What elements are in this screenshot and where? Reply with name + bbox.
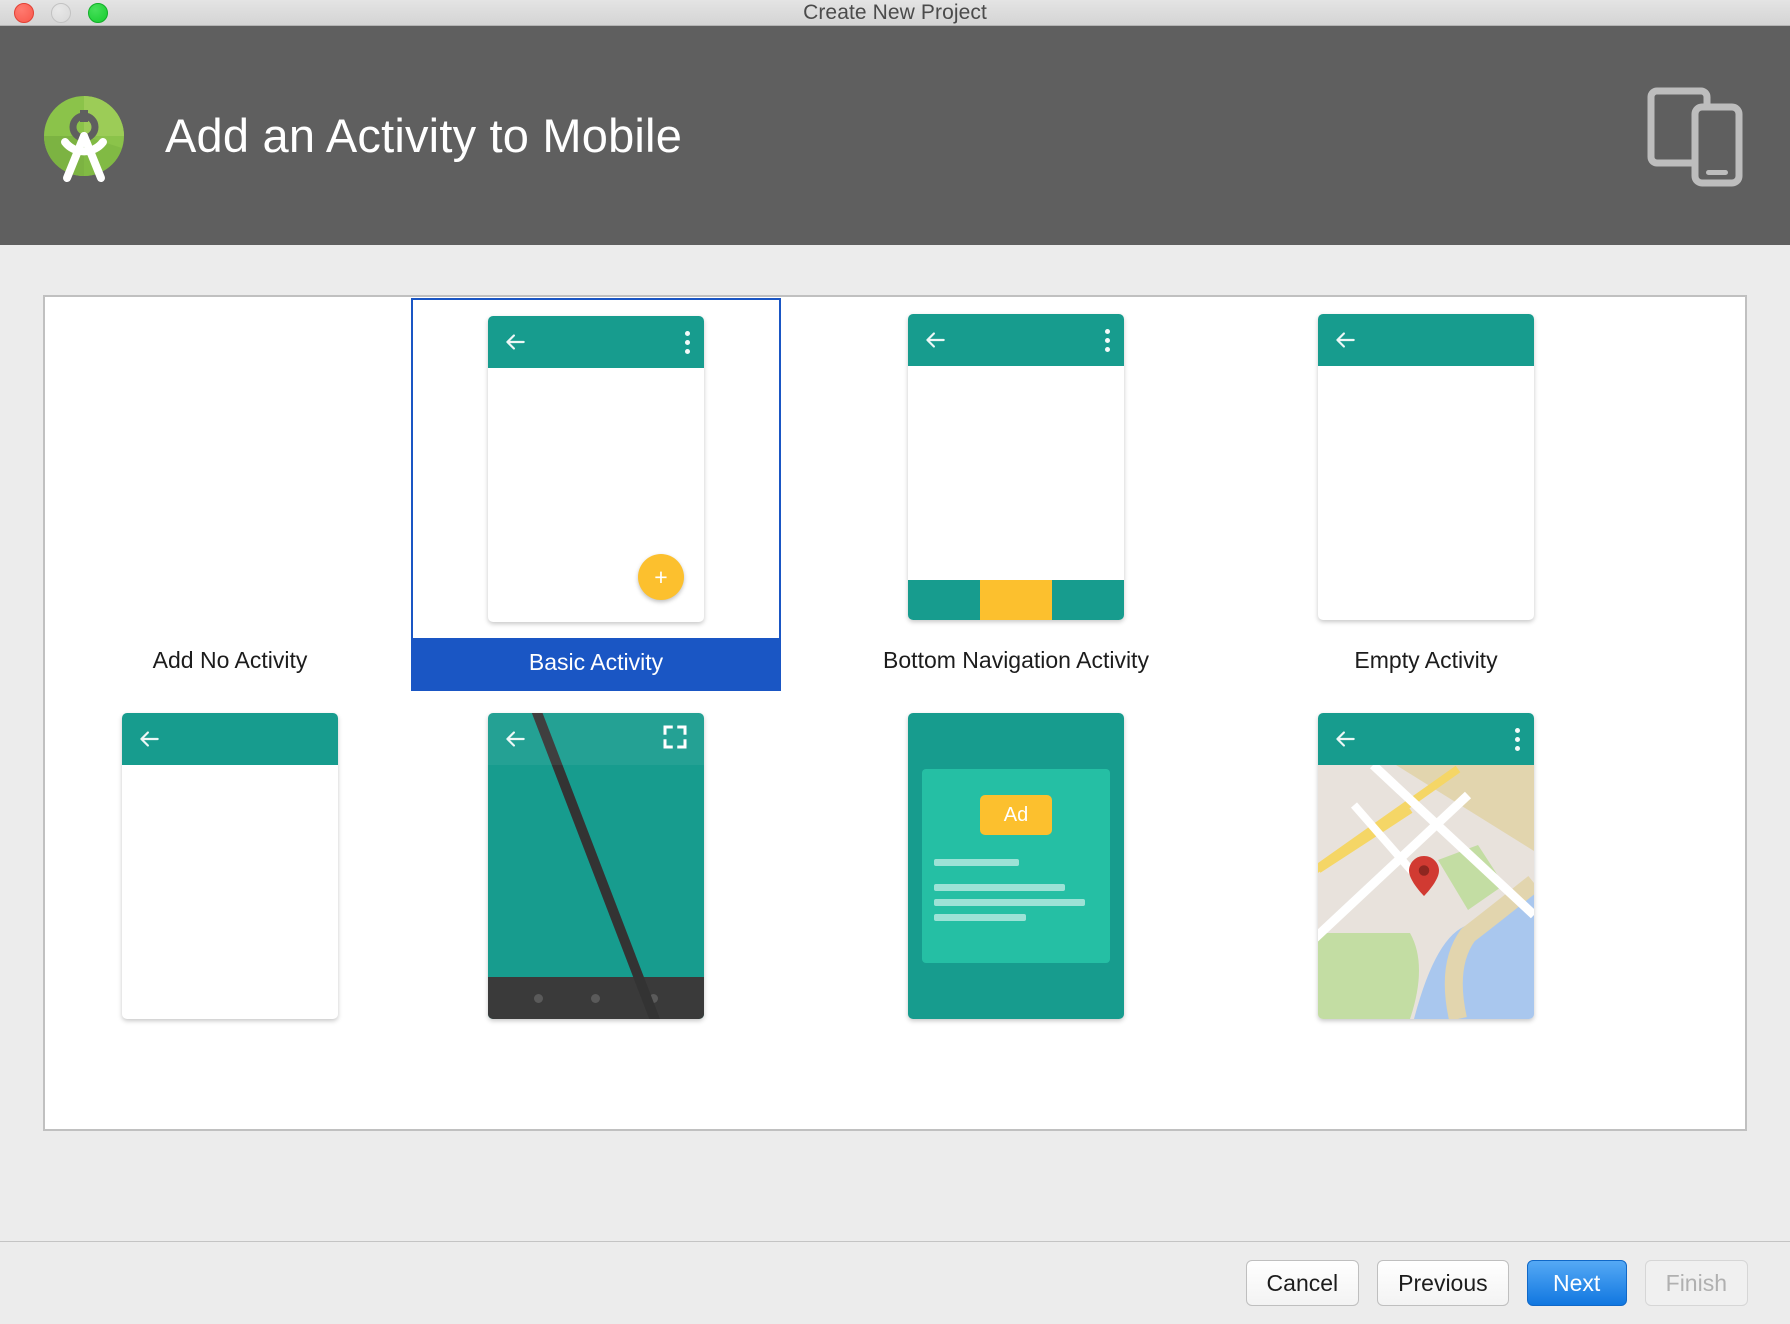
- template-label: [45, 1035, 415, 1059]
- back-arrow-icon: [502, 329, 528, 355]
- cancel-button[interactable]: Cancel: [1246, 1260, 1360, 1306]
- next-button[interactable]: Next: [1527, 1260, 1627, 1306]
- app-bar: [488, 713, 704, 765]
- template-card-row2-4[interactable]: [1241, 697, 1611, 1059]
- android-studio-logo-icon: [34, 86, 134, 186]
- window-title: Create New Project: [803, 1, 987, 25]
- template-thumbnail-empty: [1241, 298, 1611, 636]
- fullscreen-expand-icon: [660, 722, 690, 757]
- bottom-nav-item: [1052, 580, 1124, 620]
- activity-template-panel: Add No Activity: [43, 295, 1747, 1131]
- previous-button[interactable]: Previous: [1377, 1260, 1508, 1306]
- wizard-header: Add an Activity to Mobile: [0, 26, 1790, 245]
- map-preview: [1318, 765, 1534, 1019]
- template-thumbnail-ads: Ad: [831, 697, 1201, 1035]
- phone-mockup: [1318, 314, 1534, 620]
- create-new-project-dialog: Create New Project Add an Activity to Mo…: [0, 0, 1790, 1324]
- app-bar: [1318, 713, 1534, 765]
- overflow-menu-icon: [1104, 329, 1110, 352]
- template-thumbnail-none: [45, 298, 415, 636]
- ad-badge: Ad: [980, 795, 1052, 835]
- back-arrow-icon: [136, 726, 162, 752]
- ad-line: [934, 859, 1019, 866]
- template-card-row2-1[interactable]: [45, 697, 415, 1059]
- wizard-body: Add No Activity: [0, 245, 1790, 1241]
- template-thumbnail-maps: [1241, 697, 1611, 1035]
- app-bar: [908, 314, 1124, 366]
- overflow-menu-icon: [684, 331, 690, 354]
- phone-mockup: Ad: [908, 713, 1124, 1019]
- template-label: Bottom Navigation Activity: [831, 636, 1201, 687]
- template-card-add-no-activity[interactable]: Add No Activity: [45, 298, 415, 687]
- template-label: Basic Activity: [413, 638, 779, 689]
- ad-line: [934, 899, 1085, 906]
- phone-mockup: +: [488, 316, 704, 622]
- ad-text-lines: [934, 859, 1098, 921]
- template-thumbnail-bottom-navigation: [831, 298, 1201, 636]
- bottom-navigation-bar: [908, 580, 1124, 620]
- ad-line: [934, 914, 1026, 921]
- app-bar: [122, 713, 338, 765]
- template-thumbnail-plain: [45, 697, 415, 1035]
- template-card-row2-2[interactable]: [411, 697, 781, 1059]
- app-bar: [488, 316, 704, 368]
- phone-mockup: [1318, 713, 1534, 1019]
- template-label: [411, 1035, 781, 1059]
- close-window-button[interactable]: [14, 3, 34, 23]
- nav-dot: [534, 994, 543, 1003]
- template-label: Empty Activity: [1241, 636, 1611, 687]
- window-titlebar: Create New Project: [0, 0, 1790, 26]
- template-label: [831, 1035, 1201, 1059]
- phone-mockup: [122, 713, 338, 1019]
- back-arrow-icon: [502, 726, 528, 752]
- page-title: Add an Activity to Mobile: [165, 108, 682, 163]
- back-arrow-icon: [922, 327, 948, 353]
- template-label: Add No Activity: [45, 636, 415, 687]
- map-pin-icon: [1409, 856, 1435, 890]
- minimize-window-button: [51, 3, 71, 23]
- bottom-nav-item-active: [980, 580, 1052, 620]
- phone-mockup: [908, 314, 1124, 620]
- template-card-bottom-navigation-activity[interactable]: Bottom Navigation Activity: [831, 298, 1201, 687]
- app-bar: [1318, 314, 1534, 366]
- bottom-nav-item: [908, 580, 980, 620]
- ad-content-panel: Ad: [922, 769, 1110, 963]
- template-card-basic-activity[interactable]: + Basic Activity: [411, 298, 781, 691]
- phone-mockup: [488, 713, 704, 1019]
- window-controls: [14, 3, 108, 23]
- template-thumbnail-fullscreen: [411, 697, 781, 1035]
- template-label: [1241, 1035, 1611, 1059]
- template-card-empty-activity[interactable]: Empty Activity: [1241, 298, 1611, 687]
- activity-template-grid: Add No Activity: [45, 297, 1745, 1129]
- wizard-footer: Cancel Previous Next Finish: [0, 1241, 1790, 1324]
- finish-button: Finish: [1645, 1260, 1748, 1306]
- template-card-row2-3[interactable]: Ad: [831, 697, 1201, 1059]
- system-navigation-bar: [488, 977, 704, 1019]
- ad-line: [934, 884, 1065, 891]
- tablet-and-phone-icon: [1647, 81, 1743, 191]
- back-arrow-icon: [1332, 726, 1358, 752]
- template-thumbnail-basic: +: [413, 300, 779, 638]
- back-arrow-icon: [1332, 327, 1358, 353]
- floating-action-button-icon: +: [638, 554, 684, 600]
- overflow-menu-icon: [1514, 728, 1520, 751]
- nav-dot: [591, 994, 600, 1003]
- zoom-window-button[interactable]: [88, 3, 108, 23]
